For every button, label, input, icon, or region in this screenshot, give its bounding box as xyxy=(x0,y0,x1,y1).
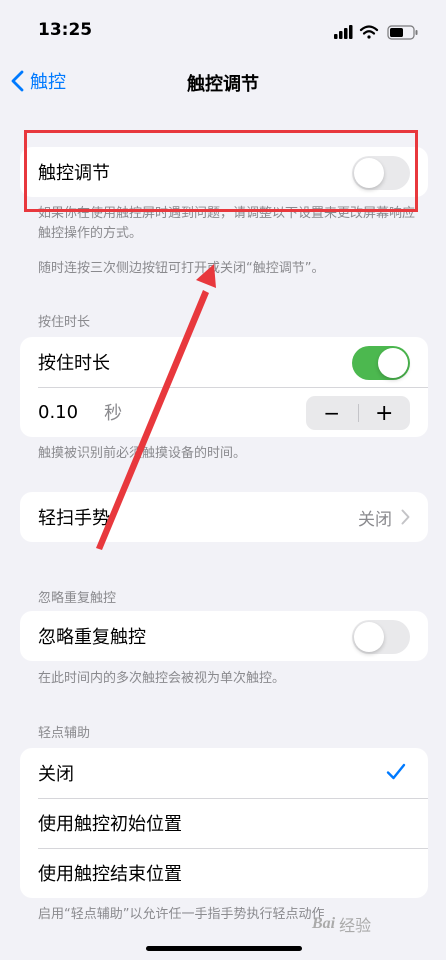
wifi-icon xyxy=(359,25,379,39)
tap-assistance-option-label: 使用触控初始位置 xyxy=(38,814,182,835)
tap-assistance-group: 关闭 使用触控初始位置 使用触控结束位置 xyxy=(20,748,428,898)
ignore-repeat-label: 忽略重复触控 xyxy=(38,627,146,648)
watermark: Bai 经验 xyxy=(312,912,371,936)
swipe-gestures-label: 轻扫手势 xyxy=(38,508,110,529)
tap-assistance-option[interactable]: 使用触控初始位置 xyxy=(20,798,428,848)
status-bar: 13:25 xyxy=(0,0,446,60)
nav-bar: 触控 触控调节 xyxy=(0,60,446,104)
minus-icon: − xyxy=(323,401,341,425)
plus-icon: + xyxy=(375,400,394,426)
tap-assistance-option-label: 关闭 xyxy=(38,764,74,785)
watermark-text: 经验 xyxy=(339,916,372,935)
chevron-right-icon xyxy=(401,509,410,525)
hold-duration-group: 按住时长 0.10 秒 − + xyxy=(20,337,428,437)
increment-button[interactable]: + xyxy=(359,396,411,430)
decrement-button[interactable]: − xyxy=(306,396,358,430)
ignore-repeat-header: 忽略重复触控 xyxy=(38,591,117,606)
triple-click-footer: 随时连按三次侧边按钮可打开或关闭“触控调节”。 xyxy=(38,261,325,276)
tap-assistance-header: 轻点辅助 xyxy=(38,726,91,741)
battery-icon xyxy=(387,25,418,40)
swipe-gestures-value: 关闭 xyxy=(358,509,392,530)
hold-duration-unit: 秒 xyxy=(104,403,123,424)
hold-duration-row: 按住时长 xyxy=(20,337,428,387)
touch-accommodations-group: 触控调节 xyxy=(20,147,428,197)
tap-assistance-option[interactable]: 使用触控结束位置 xyxy=(20,848,428,898)
ignore-repeat-group: 忽略重复触控 xyxy=(20,611,428,661)
swipe-gestures-row[interactable]: 轻扫手势 关闭 xyxy=(20,492,428,542)
touch-accommodations-label: 触控调节 xyxy=(38,163,110,184)
status-time: 13:25 xyxy=(38,20,93,40)
touch-accommodations-row: 触控调节 xyxy=(20,147,428,197)
hold-duration-header: 按住时长 xyxy=(38,315,91,330)
hold-duration-value-row: 0.10 秒 − + xyxy=(20,387,428,437)
hold-duration-footer: 触摸被识别前必须触摸设备的时间。 xyxy=(38,446,247,461)
cellular-signal-icon xyxy=(334,25,353,39)
hold-duration-label: 按住时长 xyxy=(38,353,110,374)
hold-duration-value: 0.10 xyxy=(38,401,79,423)
ignore-repeat-row: 忽略重复触控 xyxy=(20,611,428,661)
tap-assistance-option-label: 使用触控结束位置 xyxy=(38,864,182,885)
tap-assistance-option[interactable]: 关闭 xyxy=(20,748,428,798)
swipe-gestures-group: 轻扫手势 关闭 xyxy=(20,492,428,542)
touch-accommodations-toggle[interactable] xyxy=(352,156,410,190)
ignore-repeat-footer: 在此时间内的多次触控会被视为单次触控。 xyxy=(38,671,286,686)
checkmark-icon xyxy=(386,763,406,780)
ignore-repeat-toggle[interactable] xyxy=(352,620,410,654)
hold-duration-toggle[interactable] xyxy=(352,346,410,380)
baidu-logo-icon: Bai xyxy=(312,915,336,932)
touch-accommodations-footer: 如果你在使用触控屏时遇到问题，请调整以下设置来更改屏幕响应触控操作的方式。 xyxy=(38,206,416,241)
hold-duration-stepper: − + xyxy=(306,396,410,430)
status-icons xyxy=(334,24,420,40)
home-indicator[interactable] xyxy=(146,946,302,951)
page-title: 触控调节 xyxy=(187,74,259,95)
